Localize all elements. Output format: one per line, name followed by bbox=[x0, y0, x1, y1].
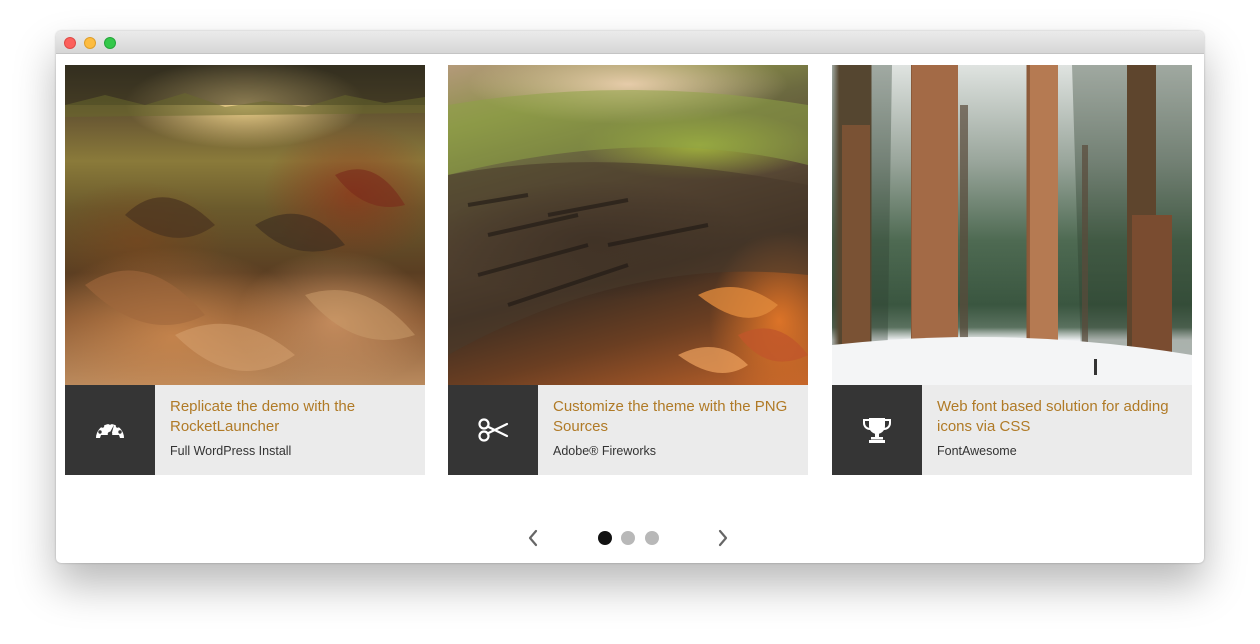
card-subtitle: Adobe® Fireworks bbox=[553, 444, 656, 458]
chevron-left-icon bbox=[528, 529, 538, 547]
redwood-forest-image bbox=[832, 65, 1192, 385]
chevron-right-icon bbox=[718, 529, 728, 547]
card-title[interactable]: Replicate the demo with the RocketLaunch… bbox=[170, 397, 415, 437]
window-minimize-button[interactable] bbox=[84, 37, 96, 49]
desktop-background: Replicate the demo with the RocketLaunch… bbox=[0, 0, 1260, 644]
card-caption: Customize the theme with the PNG Sources… bbox=[448, 385, 808, 475]
trophy-icon bbox=[863, 418, 891, 443]
window-close-button[interactable] bbox=[64, 37, 76, 49]
card-caption: Replicate the demo with the RocketLaunch… bbox=[65, 385, 425, 475]
card-subtitle: Full WordPress Install bbox=[170, 444, 292, 458]
window-maximize-button[interactable] bbox=[104, 37, 116, 49]
carousel-next-button[interactable] bbox=[716, 528, 730, 548]
card-icon-box bbox=[448, 385, 538, 475]
carousel-dot-3[interactable] bbox=[645, 531, 659, 545]
window-titlebar bbox=[56, 31, 1204, 54]
carousel-card-3[interactable]: Web font based solution for adding icons… bbox=[832, 65, 1192, 475]
mossy-log-photo bbox=[448, 90, 808, 373]
card-title[interactable]: Customize the theme with the PNG Sources bbox=[553, 397, 798, 437]
card-title[interactable]: Web font based solution for adding icons… bbox=[937, 397, 1182, 437]
card-icon-box bbox=[832, 385, 922, 475]
card-caption: Web font based solution for adding icons… bbox=[832, 385, 1192, 475]
scissors-icon bbox=[478, 418, 509, 442]
autumn-leaves-image bbox=[65, 65, 425, 385]
card-icon-box bbox=[65, 385, 155, 475]
autumn-leaves-photo bbox=[65, 65, 425, 371]
carousel-dot-1[interactable] bbox=[598, 531, 612, 545]
carousel-prev-button[interactable] bbox=[526, 528, 540, 548]
snowy-redwood-forest-photo bbox=[832, 65, 1192, 385]
carousel-card-2[interactable]: Customize the theme with the PNG Sources… bbox=[448, 65, 808, 475]
carousel-dot-2[interactable] bbox=[621, 531, 635, 545]
card-subtitle: FontAwesome bbox=[937, 444, 1017, 458]
speedometer-icon bbox=[96, 421, 124, 438]
browser-window: Replicate the demo with the RocketLaunch… bbox=[56, 31, 1204, 563]
mossy-log-image bbox=[448, 65, 808, 385]
carousel-card-1[interactable]: Replicate the demo with the RocketLaunch… bbox=[65, 65, 425, 475]
